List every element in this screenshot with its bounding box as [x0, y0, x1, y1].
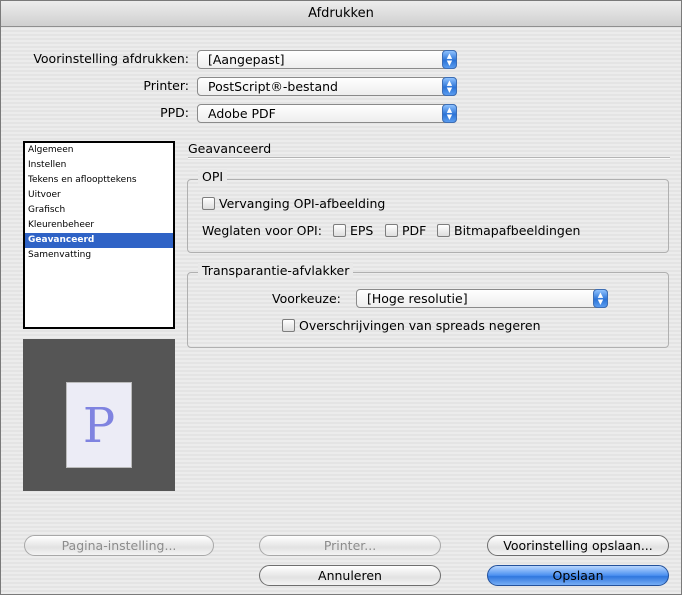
- preview-page: P: [66, 382, 132, 468]
- printer-value: PostScript®-bestand: [208, 79, 338, 94]
- print-dialog: Afdrukken Voorinstelling afdrukken: [Aan…: [0, 0, 682, 595]
- sidebar-item-grafisch[interactable]: Grafisch: [25, 203, 173, 218]
- checkbox-icon: [202, 197, 215, 210]
- window-title: Afdrukken: [1, 1, 681, 27]
- flattener-preset-value: [Hoge resolutie]: [367, 291, 468, 306]
- popup-arrows-icon: ▲ ▼: [442, 77, 457, 96]
- preview-letter: P: [82, 398, 116, 454]
- save-preset-button[interactable]: Voorinstelling opslaan...: [487, 535, 669, 556]
- pdf-label: PDF: [402, 223, 427, 238]
- transparency-group: [187, 272, 669, 348]
- checkbox-icon: [282, 319, 295, 332]
- opi-replace-checkbox[interactable]: Vervanging OPI-afbeelding: [202, 196, 385, 211]
- opi-group: [187, 179, 669, 253]
- popup-arrows-icon: ▲ ▼: [442, 50, 457, 69]
- sidebar-item-tekens[interactable]: Tekens en afloopttekens: [25, 173, 173, 188]
- cancel-button[interactable]: Annuleren: [259, 565, 441, 586]
- category-list: Algemeen Instellen Tekens en aflooptteke…: [23, 141, 175, 329]
- opi-group-title: OPI: [198, 169, 228, 184]
- bitmap-label: Bitmapafbeeldingen: [454, 223, 581, 238]
- opi-omit-label: Weglaten voor OPI:: [202, 223, 322, 238]
- checkbox-icon: [385, 224, 398, 237]
- popup-arrows-icon: ▲ ▼: [442, 104, 457, 123]
- ignore-spread-overrides-label: Overschrijvingen van spreads negeren: [299, 318, 541, 333]
- ppd-value: Adobe PDF: [208, 106, 276, 121]
- sidebar-item-geavanceerd[interactable]: Geavanceerd: [25, 233, 173, 248]
- checkbox-icon: [437, 224, 450, 237]
- flattener-preset-popup[interactable]: [Hoge resolutie] ▲ ▼: [356, 289, 608, 308]
- checkbox-icon: [333, 224, 346, 237]
- opi-replace-label: Vervanging OPI-afbeelding: [219, 196, 386, 211]
- omit-eps-checkbox[interactable]: EPS: [333, 223, 373, 238]
- sidebar-item-samenvatting[interactable]: Samenvatting: [25, 248, 173, 263]
- transparency-group-title: Transparantie-afvlakker: [198, 263, 354, 278]
- omit-bitmap-checkbox[interactable]: Bitmapafbeeldingen: [437, 223, 580, 238]
- eps-label: EPS: [350, 223, 374, 238]
- section-divider: [188, 157, 670, 159]
- ignore-spread-overrides-checkbox[interactable]: Overschrijvingen van spreads negeren: [282, 318, 541, 333]
- sidebar-item-uitvoer[interactable]: Uitvoer: [25, 188, 173, 203]
- sidebar-item-algemeen[interactable]: Algemeen: [25, 143, 173, 158]
- print-preset-popup[interactable]: [Aangepast] ▲ ▼: [197, 50, 457, 69]
- sidebar-item-instellen[interactable]: Instellen: [25, 158, 173, 173]
- section-title: Geavanceerd: [188, 141, 272, 156]
- printer-popup[interactable]: PostScript®-bestand ▲ ▼: [197, 77, 457, 96]
- printer-label: Printer:: [143, 78, 189, 93]
- popup-arrows-icon: ▲ ▼: [593, 289, 608, 308]
- flattener-preset-label: Voorkeuze:: [272, 291, 341, 306]
- page-preview: P: [23, 339, 175, 491]
- omit-pdf-checkbox[interactable]: PDF: [385, 223, 426, 238]
- preset-label: Voorinstelling afdrukken:: [33, 51, 189, 66]
- printer-button[interactable]: Printer...: [259, 535, 441, 556]
- ppd-label: PPD:: [160, 105, 189, 120]
- ppd-popup[interactable]: Adobe PDF ▲ ▼: [197, 104, 457, 123]
- sidebar-item-kleurenbeheer[interactable]: Kleurenbeheer: [25, 218, 173, 233]
- print-preset-value: [Aangepast]: [208, 52, 285, 67]
- page-setup-button[interactable]: Pagina-instelling...: [24, 535, 214, 556]
- save-button[interactable]: Opslaan: [487, 565, 669, 586]
